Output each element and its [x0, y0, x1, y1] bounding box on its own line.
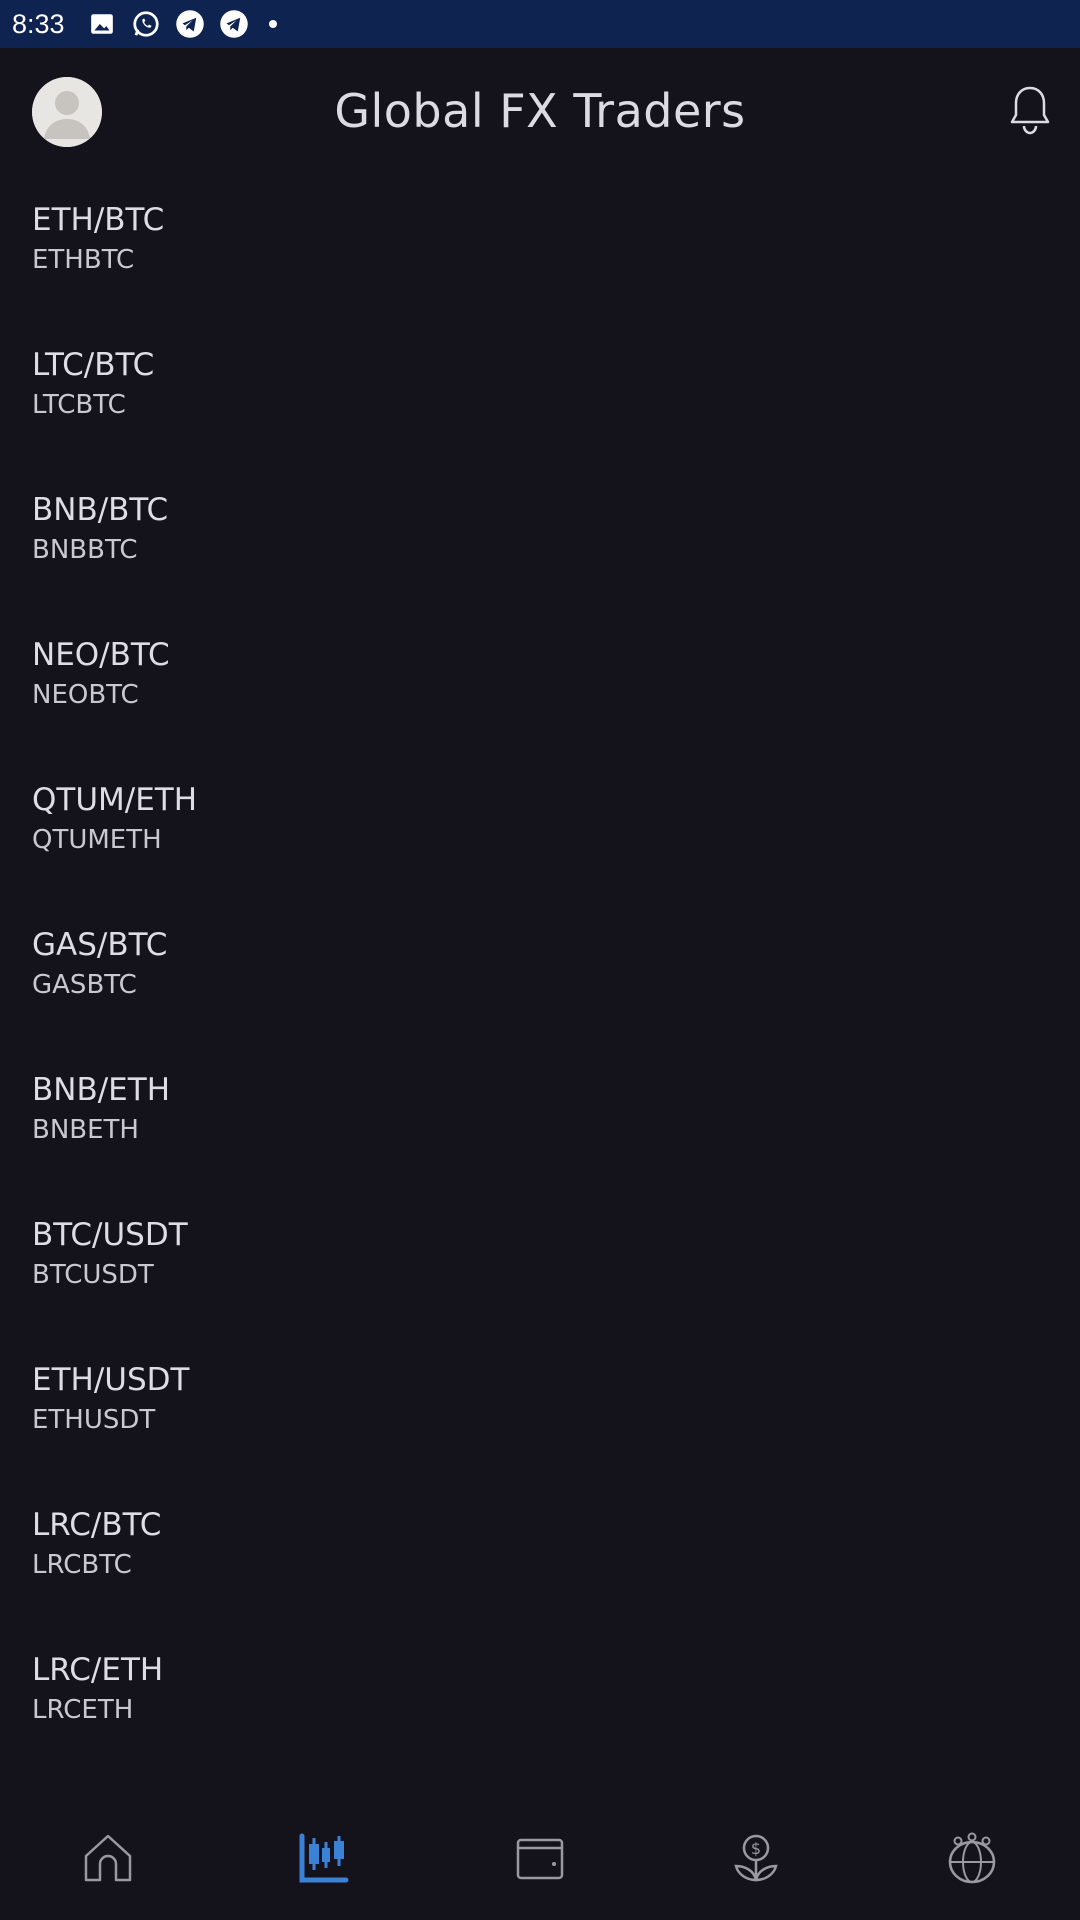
pair-symbol: LRCBTC	[32, 1550, 132, 1580]
pair-symbol: BNBBTC	[32, 535, 138, 565]
svg-text:$: $	[751, 1839, 761, 1858]
pair-name: ETH/BTC	[32, 202, 165, 238]
list-item[interactable]: BNB/BTC BNBBTC	[0, 490, 1080, 635]
list-item[interactable]: BTC/USDT BTCUSDT	[0, 1215, 1080, 1360]
nav-markets-button[interactable]	[264, 1810, 384, 1910]
pair-list: ETH/BTC ETHBTC LTC/BTC LTCBTC BNB/BTC BN…	[0, 200, 1080, 1795]
list-item[interactable]: LRC/BTC LRCBTC	[0, 1505, 1080, 1650]
list-item[interactable]: ETH/USDT ETHUSDT	[0, 1360, 1080, 1505]
nav-earn-button[interactable]: $	[696, 1810, 816, 1910]
pair-symbol: NEOBTC	[32, 680, 139, 710]
pair-name: LTC/BTC	[32, 347, 155, 383]
pair-symbol: LRCETH	[32, 1695, 134, 1725]
pair-name: LRC/ETH	[32, 1652, 164, 1688]
pair-name: GAS/BTC	[32, 927, 168, 963]
wallet-icon	[514, 1832, 566, 1888]
list-item[interactable]: NEO/BTC NEOBTC	[0, 635, 1080, 780]
list-item[interactable]: GAS/BTC GASBTC	[0, 925, 1080, 1070]
list-item[interactable]: LTC/BTC LTCBTC	[0, 345, 1080, 490]
pair-symbol: QTUMETH	[32, 825, 162, 855]
app-header: Global FX Traders	[0, 48, 1080, 178]
pair-name: QTUM/ETH	[32, 782, 198, 818]
pair-symbol: BNBETH	[32, 1115, 139, 1145]
bottom-nav: $	[0, 1800, 1080, 1920]
nav-home-button[interactable]	[48, 1810, 168, 1910]
pair-symbol: GASBTC	[32, 970, 137, 1000]
status-time: 8:33	[12, 8, 65, 39]
pair-name: BTC/USDT	[32, 1217, 188, 1253]
dollar-plant-icon: $	[730, 1832, 782, 1888]
community-globe-icon	[946, 1832, 998, 1888]
nav-wallet-button[interactable]	[480, 1810, 600, 1910]
telegram-icon	[175, 9, 205, 39]
list-item[interactable]: BNB/ETH BNBETH	[0, 1070, 1080, 1215]
pair-symbol: LTCBTC	[32, 390, 126, 420]
list-item[interactable]: QTUM/ETH QTUMETH	[0, 780, 1080, 925]
list-item[interactable]: LRC/ETH LRCETH	[0, 1650, 1080, 1795]
home-icon	[82, 1832, 134, 1888]
gallery-icon	[87, 9, 117, 39]
pair-name: ETH/USDT	[32, 1362, 190, 1398]
bell-icon[interactable]	[1008, 84, 1052, 136]
telegram-icon	[219, 9, 249, 39]
status-bar: 8:33	[0, 0, 1080, 48]
pair-symbol: ETHUSDT	[32, 1405, 156, 1435]
pair-name: NEO/BTC	[32, 637, 170, 673]
pair-name: BNB/BTC	[32, 492, 169, 528]
pair-name: BNB/ETH	[32, 1072, 171, 1108]
pair-name: LRC/BTC	[32, 1507, 162, 1543]
pair-symbol: ETHBTC	[32, 245, 135, 275]
list-item[interactable]: ETH/BTC ETHBTC	[0, 200, 1080, 345]
nav-community-button[interactable]	[912, 1810, 1032, 1910]
page-title: Global FX Traders	[334, 84, 746, 138]
notification-dot-icon	[268, 20, 277, 28]
whatsapp-icon	[131, 9, 161, 39]
pair-symbol: BTCUSDT	[32, 1260, 154, 1290]
candlestick-chart-icon	[298, 1832, 350, 1888]
